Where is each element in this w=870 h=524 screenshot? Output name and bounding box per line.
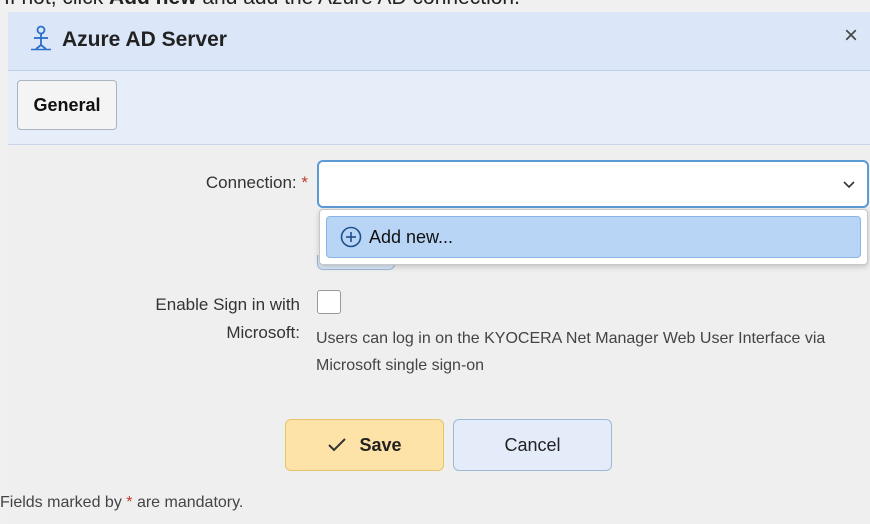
required-mark: * bbox=[301, 173, 308, 192]
tab-general[interactable]: General bbox=[17, 80, 117, 130]
dialog-content: Connection: * Add new... Enable Sign in … bbox=[0, 145, 870, 524]
sign-in-description: Users can log in on the KYOCERA Net Mana… bbox=[316, 330, 826, 374]
save-label: Save bbox=[359, 434, 402, 455]
tab-bar: General bbox=[8, 71, 870, 145]
dialog-title: Azure AD Server bbox=[62, 28, 227, 51]
plus-circle-icon bbox=[339, 225, 363, 249]
connection-label: Connection: * bbox=[108, 173, 308, 193]
dialog-titlebar: Azure AD Server × bbox=[8, 12, 870, 71]
instruction-suffix: and add the Azure AD connection. bbox=[197, 0, 520, 9]
save-button[interactable]: Save bbox=[285, 419, 444, 471]
connection-select[interactable] bbox=[317, 160, 869, 208]
add-new-label: Add new... bbox=[369, 226, 454, 247]
enable-sign-in-checkbox[interactable] bbox=[317, 290, 341, 314]
close-icon[interactable]: × bbox=[844, 22, 858, 50]
instruction-bold: Add new bbox=[109, 0, 197, 9]
mandatory-note-suffix: are mandatory. bbox=[132, 494, 244, 511]
connection-label-text: Connection: bbox=[205, 173, 297, 192]
sign-in-label: Enable Sign in with Microsoft: bbox=[68, 291, 300, 347]
connection-dropdown: Add new... bbox=[319, 209, 868, 265]
checkmark-icon bbox=[328, 438, 347, 452]
mandatory-note: Fields marked by * are mandatory. bbox=[0, 494, 243, 512]
azure-ad-server-icon bbox=[28, 25, 54, 51]
instruction-text: If not, click Add new and add the Azure … bbox=[4, 0, 520, 10]
sign-in-label-line2: Microsoft: bbox=[226, 323, 300, 342]
cancel-button[interactable]: Cancel bbox=[453, 419, 612, 471]
sign-in-label-line1: Enable Sign in with bbox=[155, 295, 300, 314]
mandatory-note-prefix: Fields marked by bbox=[0, 494, 127, 511]
chevron-down-icon bbox=[841, 176, 857, 192]
add-new-option[interactable]: Add new... bbox=[326, 216, 861, 258]
instruction-prefix: If not, click bbox=[4, 0, 109, 9]
